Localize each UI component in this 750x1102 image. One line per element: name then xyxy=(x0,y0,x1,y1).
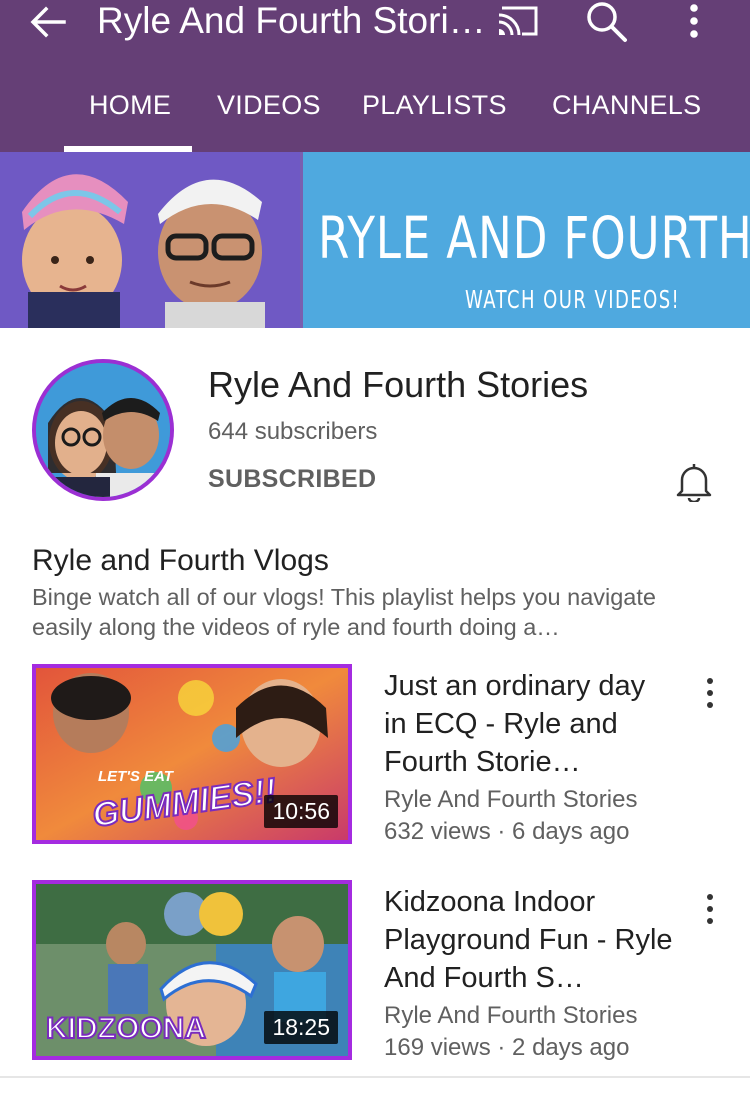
playlist-description: Binge watch all of our vlogs! This playl… xyxy=(32,584,656,640)
video-meta: 632 views · 6 days ago xyxy=(384,818,630,845)
video-duration: 10:56 xyxy=(264,795,338,828)
video-title[interactable]: Kidzoona Indoor Playground Fun - Ryle An… xyxy=(384,883,674,997)
subscriber-count: 644 subscribers xyxy=(208,418,378,445)
more-vert-icon[interactable] xyxy=(682,2,706,42)
video-channel: Ryle And Fourth Stories xyxy=(384,786,638,813)
video-meta: 169 views · 2 days ago xyxy=(384,1034,630,1061)
channel-name: Ryle And Fourth Stories xyxy=(208,364,589,405)
app-title: Ryle And Fourth Stori… xyxy=(97,0,486,41)
video-item[interactable]: LET'S EAT GUMMIES!! 10:56 Just an ordina… xyxy=(0,664,750,845)
more-vert-icon[interactable] xyxy=(700,892,720,926)
app-bar: Ryle And Fourth Stori… HOME VIDEOS PLAYL… xyxy=(0,0,750,152)
avatar-kids-image xyxy=(36,363,170,497)
video-item[interactable]: KIDZOONA 18:25 Kidzoona Indoor Playgroun… xyxy=(0,880,750,1061)
thumbnail-text-main: KIDZOONA xyxy=(45,1011,207,1046)
thumbnail-text-top: LET'S EAT xyxy=(98,768,173,785)
video-thumbnail[interactable]: LET'S EAT GUMMIES!! 10:56 xyxy=(32,664,352,844)
banner-kids-illustration xyxy=(0,152,300,328)
notification-bell-icon[interactable] xyxy=(674,460,714,502)
video-channel: Ryle And Fourth Stories xyxy=(384,1002,638,1029)
channel-avatar[interactable] xyxy=(32,359,174,501)
tab-home[interactable]: HOME xyxy=(89,90,171,121)
video-duration: 18:25 xyxy=(264,1011,338,1044)
tab-playlists[interactable]: PLAYLISTS xyxy=(362,90,507,121)
tab-videos[interactable]: VIDEOS xyxy=(217,90,321,121)
banner-photo xyxy=(0,152,300,328)
banner-title: RYLE AND FOURTH STO xyxy=(318,204,750,272)
playlist-title[interactable]: Ryle and Fourth Vlogs xyxy=(32,544,329,578)
banner-subtitle: WATCH OUR VIDEOS! xyxy=(465,285,681,314)
channel-banner: RYLE AND FOURTH STO WATCH OUR VIDEOS! xyxy=(0,152,750,328)
more-vert-icon[interactable] xyxy=(700,676,720,710)
back-arrow-icon[interactable] xyxy=(28,2,68,42)
subscribed-button[interactable]: SUBSCRIBED xyxy=(208,465,376,494)
divider xyxy=(0,1076,750,1078)
channel-tabs: HOME VIDEOS PLAYLISTS CHANNELS xyxy=(0,82,750,152)
video-title[interactable]: Just an ordinary day in ECQ - Ryle and F… xyxy=(384,667,674,781)
tab-channels[interactable]: CHANNELS xyxy=(552,90,701,121)
search-icon[interactable] xyxy=(584,0,628,44)
video-thumbnail[interactable]: KIDZOONA 18:25 xyxy=(32,880,352,1060)
cast-icon[interactable] xyxy=(496,4,540,38)
